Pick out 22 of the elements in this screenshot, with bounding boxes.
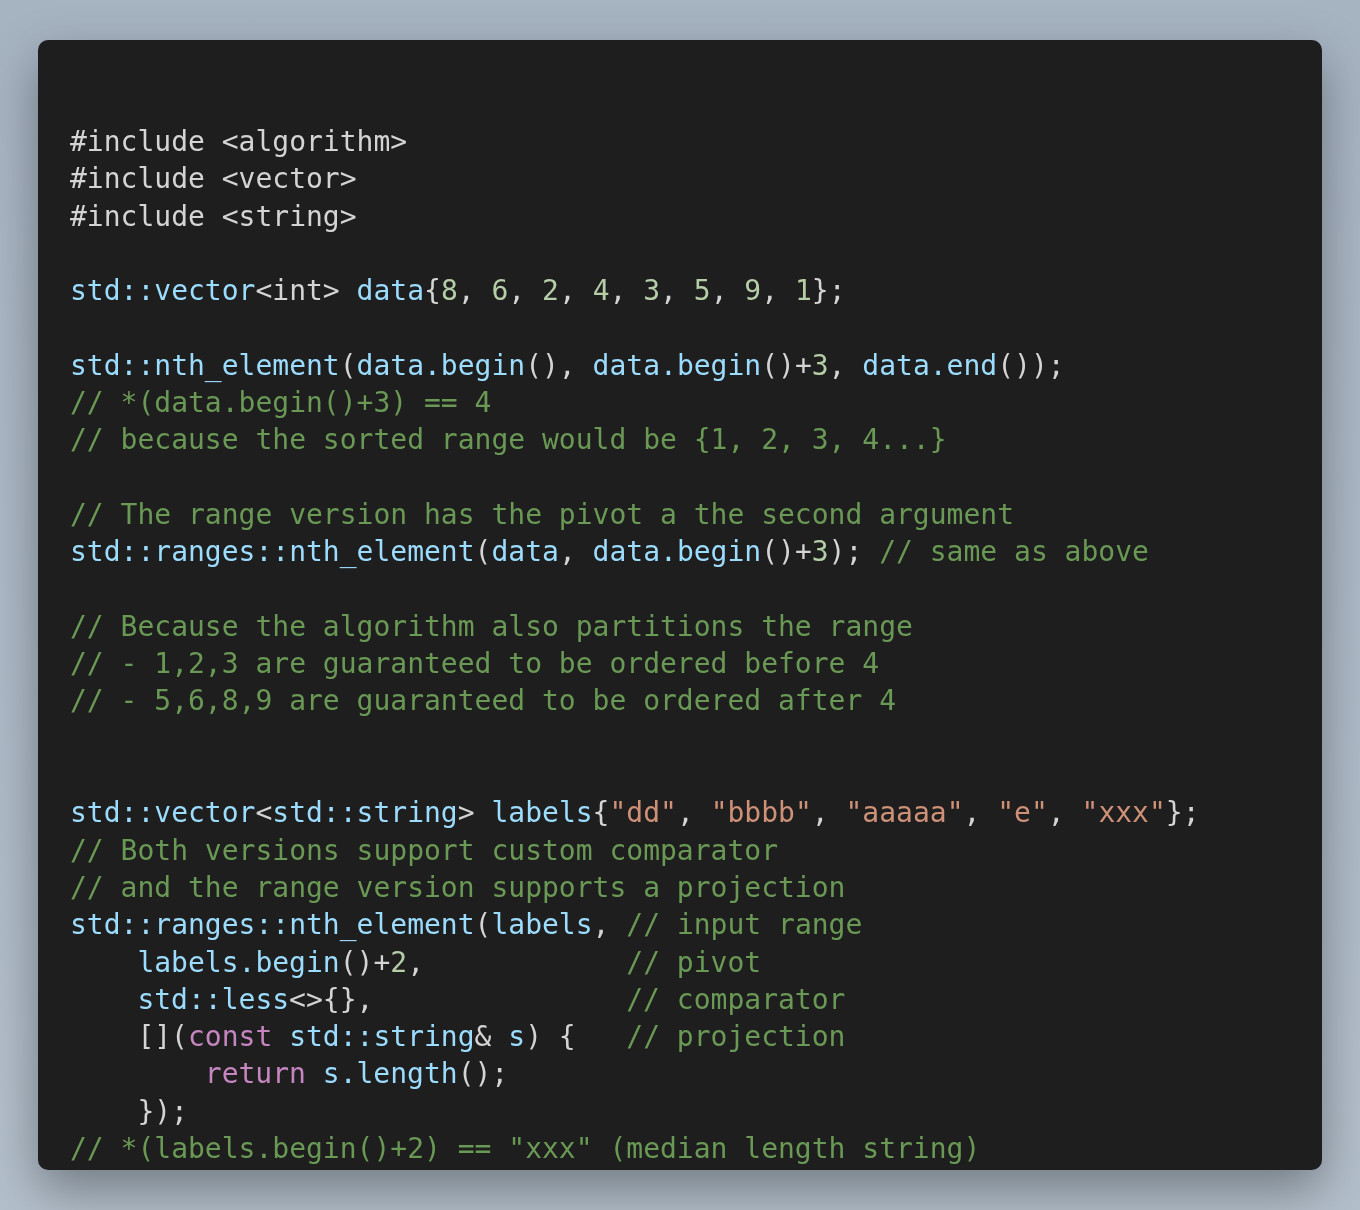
code-line: return s.length();: [204, 1057, 509, 1091]
code-line: [](const std::string& s) { // projection: [137, 1020, 846, 1054]
code-line: std::less<>{}, // comparator: [137, 982, 846, 1016]
code-line: // - 5,6,8,9 are guaranteed to be ordered after 4: [70, 684, 896, 718]
code-line: });: [137, 1094, 188, 1128]
code-line: // because the sorted range would be {1, 2, 3, 4...}: [70, 423, 947, 457]
code-line: std::vector<int> data{8, 6, 2, 4, 3, 5, 9, 1};: [70, 274, 846, 308]
code-line: std::nth_element(data.begin(), data.begin()+3, data.end());: [70, 348, 1065, 382]
code-line: // The range version has the pivot a the second argument: [70, 497, 1014, 531]
code-line: // *(data.begin()+3) == 4: [70, 386, 492, 420]
code-line: // Both versions support custom comparator: [70, 833, 778, 867]
code-line: // - 1,2,3 are guaranteed to be ordered before 4: [70, 647, 880, 681]
code-line: // Because the algorithm also partitions the range: [70, 609, 913, 643]
code-line: std::vector<std::string> labels{"dd", "bbbb", "aaaaa", "e", "xxx"};: [70, 796, 1200, 830]
code-line: // and the range version supports a projection: [70, 870, 846, 904]
code-line: // *(labels.begin()+2) == "xxx" (median length string): [70, 1132, 981, 1165]
code-line: #include <vector>: [70, 162, 357, 196]
code-line: #include <string>: [70, 199, 357, 233]
code-line: #include <algorithm>: [70, 125, 408, 158]
code-line: std::ranges::nth_element(labels, // input range: [70, 908, 863, 942]
code-line: labels.begin()+2, // pivot: [137, 945, 762, 979]
code-line: std::ranges::nth_element(data, data.begin()+3); // same as above: [70, 535, 1149, 569]
